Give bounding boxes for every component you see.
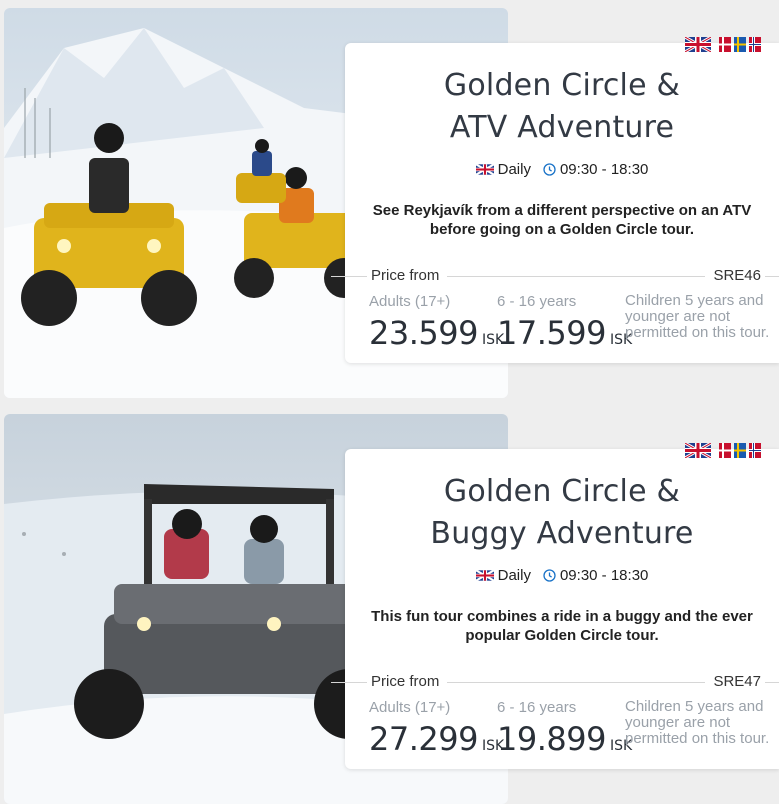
- tour-title-line1: Golden Circle &: [443, 68, 681, 103]
- age-restriction-note: Children 5 years and younger are not per…: [625, 293, 779, 341]
- adult-price-column: Adults (17+) 27.299 ISK: [369, 699, 504, 764]
- uk-flag-icon: [685, 37, 711, 52]
- child-label: 6 - 16 years: [497, 293, 577, 310]
- tour-title-line2: ATV Adventure: [449, 110, 675, 145]
- clock-icon: [543, 163, 556, 176]
- tour-title-line1: Golden Circle &: [443, 474, 681, 509]
- child-price-value: 17.599: [497, 314, 606, 352]
- scandinavian-flags-icon: [719, 443, 761, 458]
- tour-title-line2: Buggy Adventure: [430, 516, 694, 551]
- price-table: Adults (17+) 23.599 ISK 6 - 16 years 17.5…: [369, 293, 779, 357]
- tour-schedule: Daily 09:30 - 18:30: [345, 161, 779, 178]
- age-restriction-note: Children 5 years and younger are not per…: [625, 699, 779, 747]
- uk-flag-icon: [685, 443, 711, 458]
- child-label: 6 - 16 years: [497, 699, 577, 716]
- tour-code: SRE46: [705, 267, 765, 285]
- tour-listing: Golden Circle & Buggy Adventure Daily 09…: [0, 414, 779, 804]
- tour-time: 09:30 - 18:30: [543, 161, 648, 178]
- tour-card[interactable]: Golden Circle & Buggy Adventure Daily 09…: [331, 443, 779, 769]
- tour-listing: Golden Circle & ATV Adventure Daily 09:3…: [0, 8, 779, 398]
- age-note-text: Children 5 years and younger are not per…: [625, 698, 770, 747]
- tour-title[interactable]: Golden Circle & ATV Adventure: [345, 65, 779, 149]
- time-text: 09:30 - 18:30: [559, 161, 649, 178]
- adult-price-column: Adults (17+) 23.599 ISK: [369, 293, 504, 358]
- adult-label: Adults (17+): [369, 699, 451, 716]
- uk-flag-icon: [475, 164, 494, 175]
- adult-label: Adults (17+): [369, 293, 451, 310]
- adult-price-value: 27.299: [369, 720, 478, 758]
- tour-time: 09:30 - 18:30: [543, 567, 648, 584]
- age-note-text: Children 5 years and younger are not per…: [625, 292, 770, 341]
- scandinavian-flags-icon: [719, 37, 761, 52]
- price-table: Adults (17+) 27.299 ISK 6 - 16 years 19.8…: [369, 699, 779, 763]
- tour-description: This fun tour combines a ride in a buggy…: [371, 608, 753, 644]
- tour-card[interactable]: Golden Circle & ATV Adventure Daily 09:3…: [331, 37, 779, 363]
- tour-title[interactable]: Golden Circle & Buggy Adventure: [345, 471, 779, 555]
- uk-flag-icon: [475, 570, 494, 581]
- language-flags: [685, 443, 761, 458]
- time-text: 09:30 - 18:30: [559, 567, 649, 584]
- tour-code: SRE47: [705, 673, 765, 691]
- adult-price: 27.299 ISK: [369, 721, 504, 764]
- tour-frequency: Daily: [475, 161, 531, 178]
- price-from-label: Price from: [367, 267, 448, 285]
- adult-price: 23.599 ISK: [369, 315, 504, 358]
- child-price-column: 6 - 16 years 19.899 ISK: [497, 699, 632, 764]
- adult-price-value: 23.599: [369, 314, 478, 352]
- language-flags: [685, 37, 761, 52]
- tour-schedule: Daily 09:30 - 18:30: [345, 567, 779, 584]
- clock-icon: [543, 569, 556, 582]
- frequency-text: Daily: [497, 567, 531, 584]
- child-price: 17.599 ISK: [497, 315, 632, 358]
- price-from-label: Price from: [367, 673, 448, 691]
- tour-frequency: Daily: [475, 567, 531, 584]
- price-divider: Price from SRE47: [331, 673, 779, 691]
- tour-description: See Reykjavík from a different perspecti…: [372, 202, 752, 238]
- price-divider: Price from SRE46: [331, 267, 779, 285]
- child-price: 19.899 ISK: [497, 721, 632, 764]
- frequency-text: Daily: [497, 161, 531, 178]
- child-price-value: 19.899: [497, 720, 606, 758]
- child-price-column: 6 - 16 years 17.599 ISK: [497, 293, 632, 358]
